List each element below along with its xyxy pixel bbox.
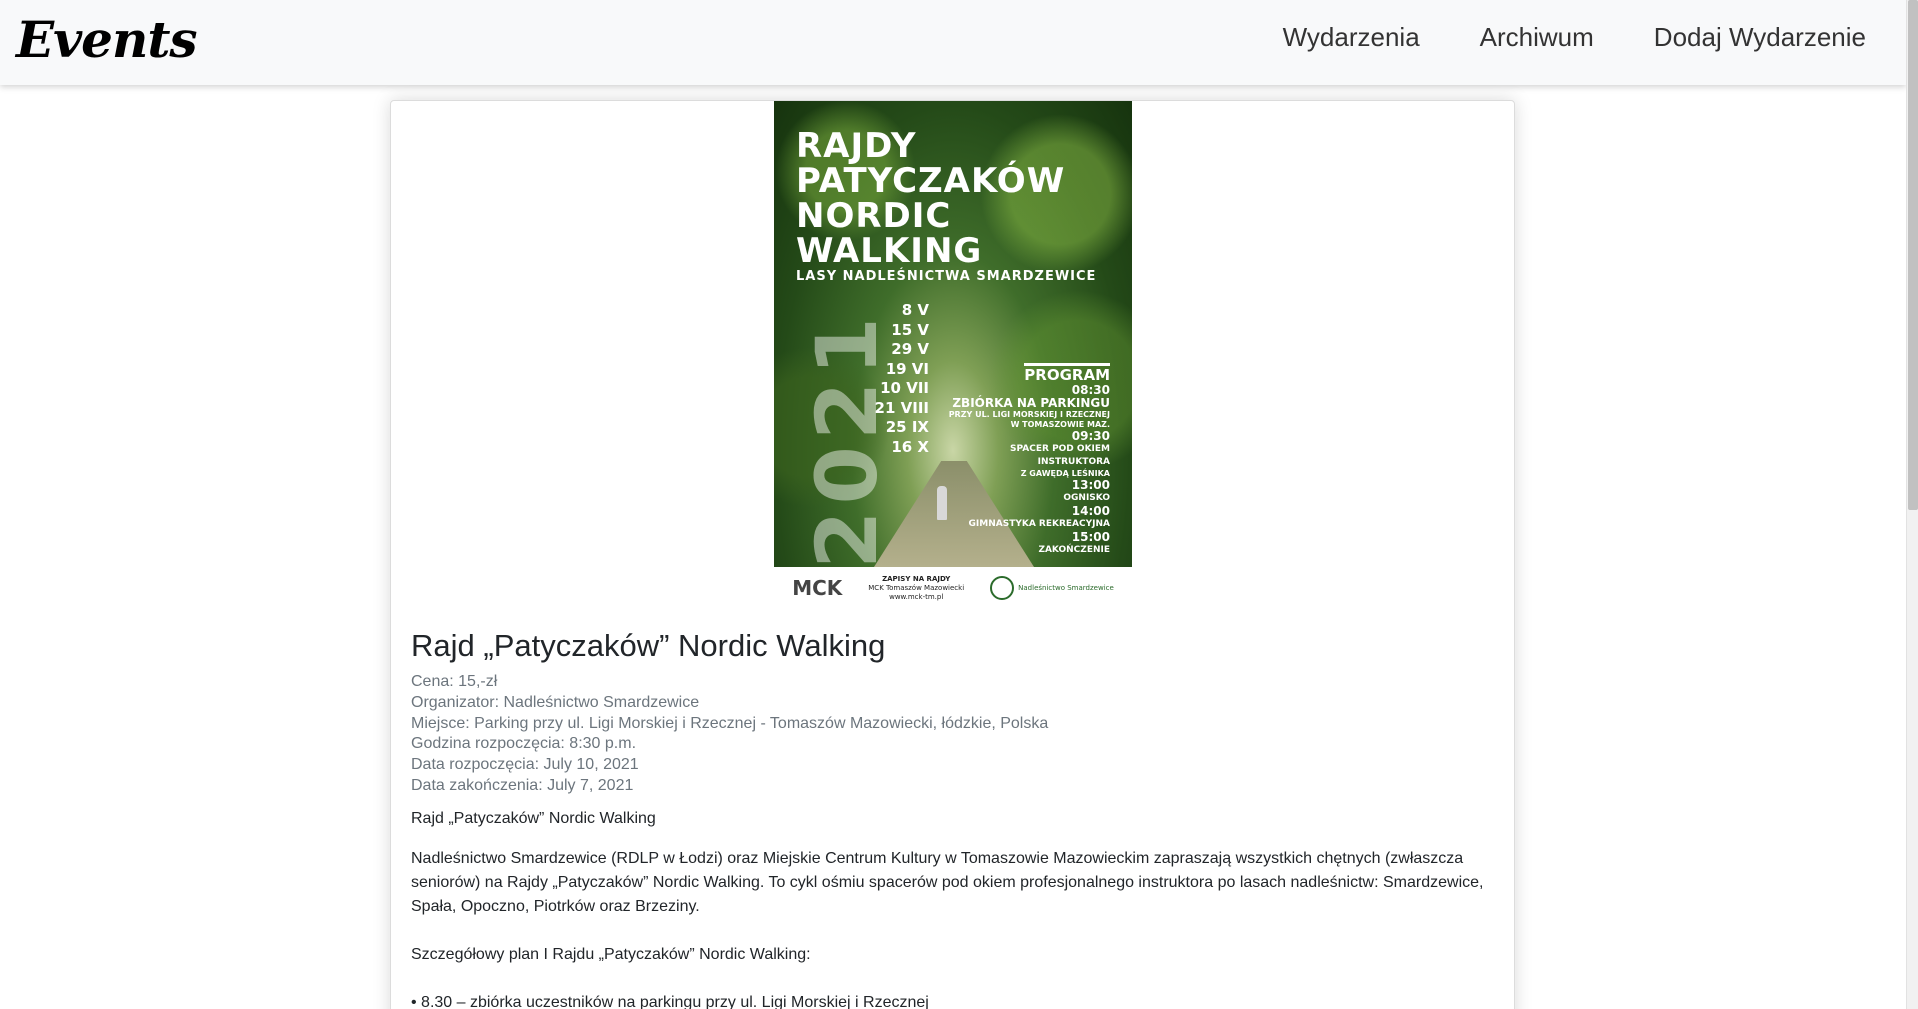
poster-photo: 2021 RAJDY PATYCZAKÓW NORDIC WALKING LAS… <box>774 101 1132 567</box>
poster-title-line: PATYCZAKÓW <box>796 161 1066 201</box>
program-text: SPACER POD OKIEM INSTRUKTORA <box>1010 444 1110 467</box>
brand-logo[interactable]: Events <box>16 10 198 69</box>
event-description: Rajd „Patyczaków” Nordic Walking Nadleśn… <box>411 807 1501 1009</box>
event-start-date: Data rozpoczęcia: July 10, 2021 <box>411 756 639 774</box>
poster-program-label: PROGRAM <box>1024 363 1110 384</box>
poster-date: 25 IX <box>885 418 929 436</box>
scrollbar[interactable] <box>1906 0 1918 1009</box>
program-time: 14:00 <box>1071 504 1110 518</box>
event-details: Rajd „Patyczaków” Nordic Walking Cena: 1… <box>411 626 1501 1009</box>
poster-date: 10 VII <box>880 379 929 397</box>
program-time: 13:00 <box>1071 478 1110 492</box>
poster-date: 29 V <box>891 340 929 358</box>
nadlesnictwo-emblem-icon <box>990 576 1015 600</box>
signup-line: www.mck-tm.pl <box>889 592 944 601</box>
program-text: ZAKOŃCZENIE <box>1038 545 1110 555</box>
event-price: Cena: 15,-zł <box>411 673 498 690</box>
program-text: ZBIÓRKA NA PARKINGU <box>952 396 1110 410</box>
mck-logo: MCK <box>792 576 843 600</box>
poster-title-line: WALKING <box>796 231 983 271</box>
poster-date: 21 VIII <box>874 398 929 417</box>
poster-date: 16 X <box>891 437 929 456</box>
program-time: 09:30 <box>1071 429 1110 443</box>
event-start-time: Godzina rozpoczęcia: 8:30 p.m. <box>411 735 637 753</box>
plan-heading: Szczegółowy plan I Rajdu „Patyczaków” No… <box>411 945 811 963</box>
poster-title: RAJDY PATYCZAKÓW NORDIC WALKING <box>796 129 1065 269</box>
navbar: Events Wydarzenia Archiwum Dodaj Wydarze… <box>0 0 1906 85</box>
poster-signup-info: ZAPISY NA RAJDY MCK Tomaszów Mazowiecki … <box>868 575 964 602</box>
nav-links: Wydarzenia Archiwum Dodaj Wydarzenie <box>1223 22 1866 53</box>
plan-item: • 8.30 – zbiórka uczestników na parkingu… <box>411 993 929 1009</box>
nav-link-dodaj-wydarzenie[interactable]: Dodaj Wydarzenie <box>1654 22 1866 53</box>
poster-subtitle: LASY NADLEŚNICTWA SMARDZEWICE <box>796 269 1097 284</box>
event-card: 2021 RAJDY PATYCZAKÓW NORDIC WALKING LAS… <box>390 100 1515 1009</box>
poster-date: 15 V <box>891 320 929 339</box>
nav-link-wydarzenia[interactable]: Wydarzenia <box>1283 22 1420 53</box>
signup-line: MCK Tomaszów Mazowiecki <box>868 583 965 592</box>
poster-date: 8 V <box>901 301 929 319</box>
event-end-date: Data zakończenia: July 7, 2021 <box>411 776 634 794</box>
poster-title-line: NORDIC <box>796 196 952 236</box>
event-place: Miejsce: Parking przy ul. Ligi Morskiej … <box>411 714 1049 732</box>
nadlesnictwo-logo-text: Nadleśnictwo Smardzewice <box>1018 584 1114 592</box>
event-meta: Cena: 15,-zł Organizator: Nadleśnictwo S… <box>411 672 1501 797</box>
event-poster-image: 2021 RAJDY PATYCZAKÓW NORDIC WALKING LAS… <box>774 101 1132 609</box>
nav-link-archiwum[interactable]: Archiwum <box>1480 22 1594 53</box>
event-title: Rajd „Patyczaków” Nordic Walking <box>411 628 886 663</box>
poster-dates: 8 V 15 V 29 V 19 VI 10 VII 21 VIII 25 IX… <box>869 301 929 457</box>
poster-title-line: RAJDY <box>796 126 917 166</box>
poster-program: PROGRAM 08:30 ZBIÓRKA NA PARKINGU PRZY U… <box>940 363 1110 557</box>
description-body: Nadleśnictwo Smardzewice (RDLP w Łodzi) … <box>411 849 1484 915</box>
scrollbar-thumb[interactable] <box>1908 0 1918 510</box>
program-time: 15:00 <box>1071 530 1110 544</box>
event-organizer: Organizator: Nadleśnictwo Smardzewice <box>411 693 700 711</box>
nadlesnictwo-logo: Nadleśnictwo Smardzewice <box>990 576 1114 600</box>
poster-date: 19 VI <box>885 359 929 378</box>
signup-line: ZAPISY NA RAJDY <box>882 574 951 583</box>
program-small: PRZY UL. LIGI MORSKIEJ I RZECZNEJ W TOMA… <box>948 410 1110 429</box>
poster-footer: MCK ZAPISY NA RAJDY MCK Tomaszów Mazowie… <box>774 567 1132 609</box>
description-title: Rajd „Patyczaków” Nordic Walking <box>411 809 656 827</box>
